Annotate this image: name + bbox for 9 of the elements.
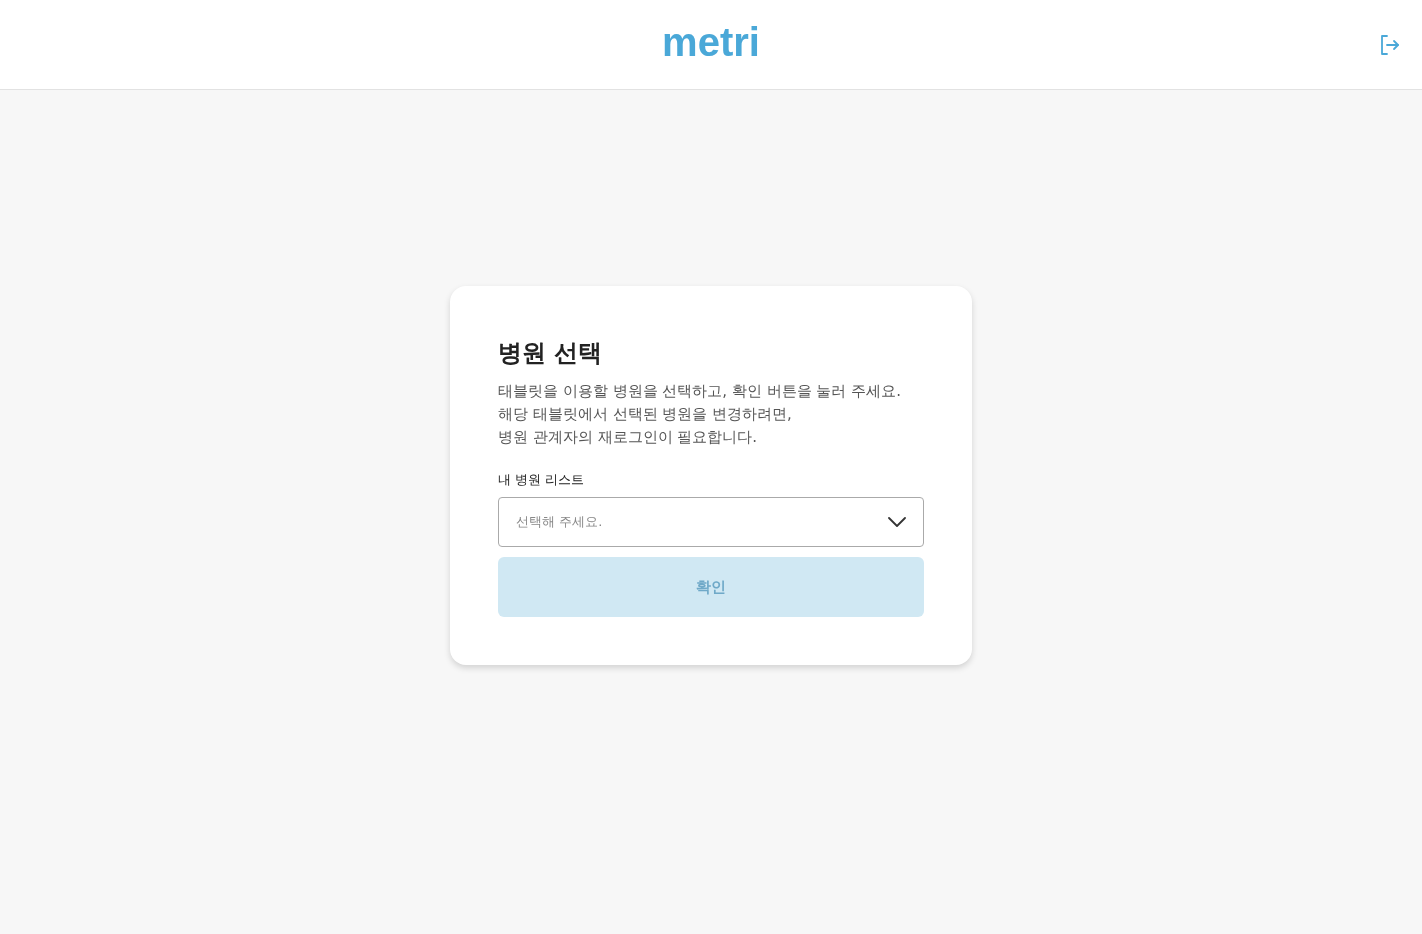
description-line: 해당 태블릿에서 선택된 병원을 변경하려면, [498, 404, 793, 425]
hospital-select[interactable]: 선택해 주세요. [498, 497, 924, 547]
logo: metri [662, 21, 760, 62]
card-title: 병원 선택 [498, 338, 604, 369]
description-line: 병원 관계자의 재로그인이 필요합니다. [498, 427, 759, 448]
description-line: 태블릿을 이용할 병원을 선택하고, 확인 버튼을 눌러 주세요. [498, 381, 902, 402]
logout-icon[interactable] [1378, 33, 1402, 57]
field-label: 내 병원 리스트 [498, 471, 586, 489]
chevron-down-icon [888, 517, 906, 527]
